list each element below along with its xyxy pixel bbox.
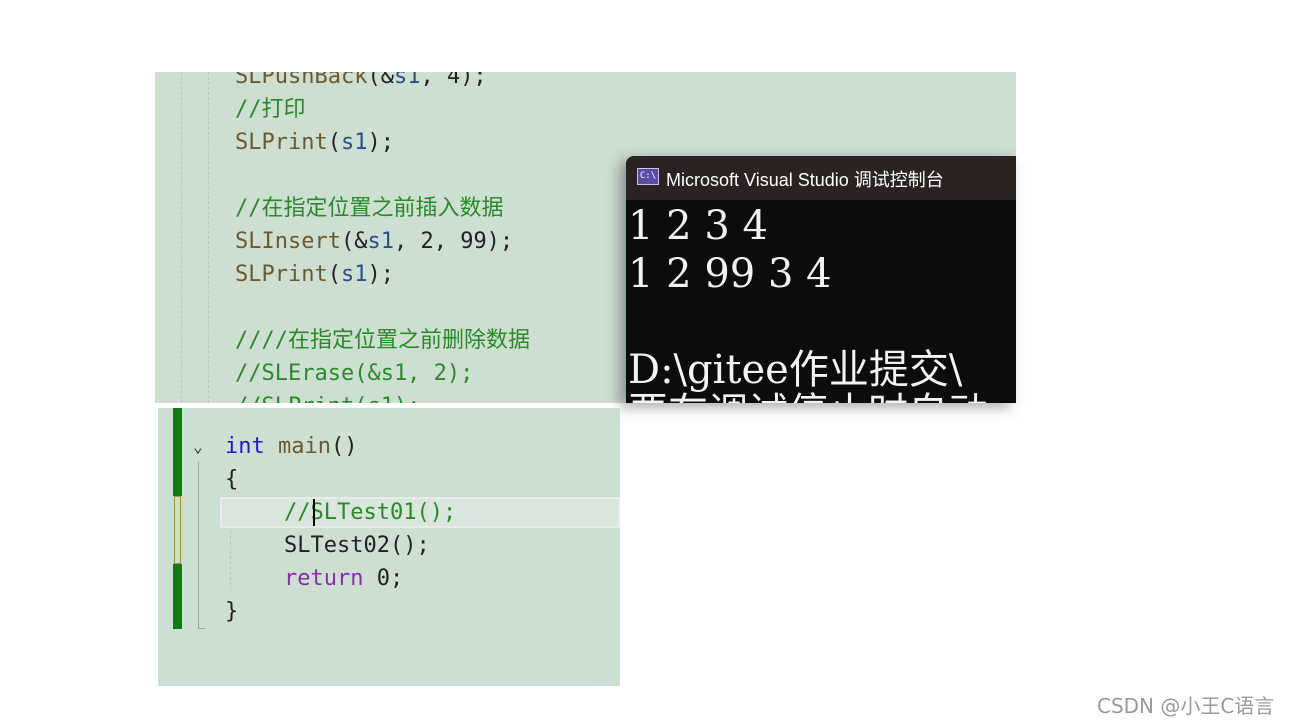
arguments: ); [367,262,394,287]
watermark: CSDN @小王C语言 [1097,694,1275,718]
variable: s1 [367,229,394,254]
code-editor-bottom[interactable]: ⌄ int main() { //SLTest01(); SLTest02();… [158,408,620,686]
return-value: 0; [376,566,404,591]
keyword: return [284,566,364,591]
punctuation: (& [340,229,368,254]
code-line[interactable]: SLInsert(&s1, 2, 99); [235,225,513,258]
comment-prefix: // [284,500,311,525]
console-title: Microsoft Visual Studio 调试控制台 [666,170,944,190]
code-comment[interactable]: //SLTest01(); [284,496,456,529]
code-line[interactable]: SLPushBack(&s1, 4); [235,72,487,93]
chevron-down-icon[interactable]: ⌄ [189,438,207,456]
variable: s1 [340,130,368,155]
function-name: main [278,434,331,459]
function-name: SLInsert [235,229,341,254]
variable: s1 [340,262,368,287]
console-output-line: 1 2 99 3 4 [628,251,832,297]
arguments: , 4); [420,72,487,89]
code-comment[interactable]: //SLErase(&s1, 2); [235,357,473,390]
console-titlebar[interactable]: C:\ Microsoft Visual Studio 调试控制台 [626,156,1016,200]
punctuation: () [330,434,358,459]
indent-guide [181,72,182,403]
open-brace[interactable]: { [225,463,238,496]
code-comment[interactable]: //打印 [235,93,306,126]
code-line[interactable]: return 0; [284,562,403,595]
change-indicator-bar [173,564,182,629]
code-line[interactable]: int main() [225,430,357,463]
console-output-line: D:\gitee作业提交\ [628,347,963,393]
punctuation: ( [327,262,341,287]
debug-console-window[interactable]: C:\ Microsoft Visual Studio 调试控制台 1 2 3 … [626,156,1016,403]
fold-guide [198,462,205,629]
function-name: SLPrint [235,130,328,155]
change-indicator-modified [174,496,181,564]
keyword: int [225,434,265,459]
code-line[interactable]: SLTest02(); [284,529,430,562]
arguments: ); [367,130,394,155]
close-brace[interactable]: } [225,595,238,628]
commented-call: SLTest01(); [310,500,457,525]
console-app-icon: C:\ [637,168,659,185]
function-name: SLPrint [235,262,328,287]
punctuation: ( [327,130,341,155]
variable: s1 [393,72,421,89]
indent-guide [208,72,209,403]
text-caret [313,499,315,526]
code-comment[interactable]: ////在指定位置之前删除数据 [235,324,530,357]
punctuation: (& [367,72,394,89]
change-indicator-bar [173,408,182,496]
console-output-line: 要在调试停止时自动 [628,389,988,403]
arguments: , 2, 99); [393,229,514,254]
console-output-line: 1 2 3 4 [628,203,768,249]
code-line[interactable]: SLPrint(s1); [235,258,394,291]
code-line[interactable]: SLPrint(s1); [235,126,394,159]
code-comment[interactable]: //在指定位置之前插入数据 [235,192,504,225]
function-name: SLPushBack [235,72,368,89]
code-comment[interactable]: //SLPrint(s1); [235,390,420,403]
